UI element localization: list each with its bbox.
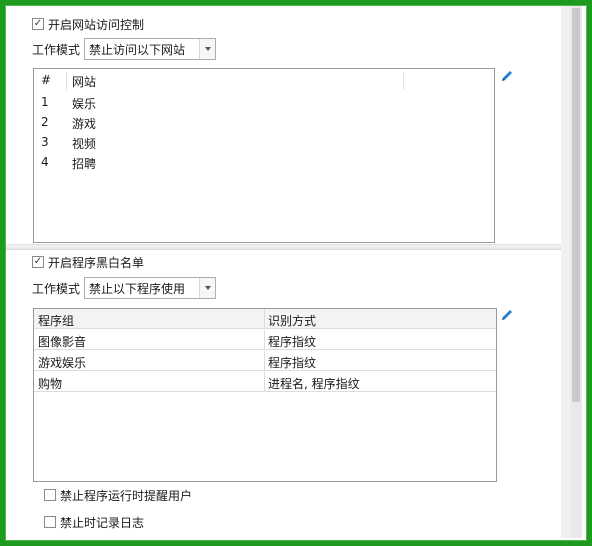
column-divider: [264, 372, 265, 392]
column-divider: [264, 309, 265, 329]
site-col-divider: [403, 72, 404, 90]
program-group-cell: 购物: [38, 377, 63, 391]
pencil-icon[interactable]: [500, 308, 514, 322]
record-log-option[interactable]: 禁止时记录日志: [44, 514, 144, 530]
site-control-enable[interactable]: ✓ 开启网站访问控制: [32, 16, 144, 32]
site-control-checkbox[interactable]: ✓: [32, 18, 44, 30]
record-log-checkbox[interactable]: [44, 516, 56, 528]
notify-user-label: 禁止程序运行时提醒用户: [60, 488, 193, 503]
program-mode-row: 工作模式 禁止以下程序使用: [32, 277, 217, 299]
program-list-checkbox[interactable]: ✓: [32, 256, 44, 268]
table-row[interactable]: 图像影音 程序指纹: [34, 330, 496, 350]
table-row[interactable]: 购物 进程名, 程序指纹: [34, 372, 496, 392]
site-control-enable-label: 开启网站访问控制: [48, 17, 145, 32]
list-item[interactable]: 1 娱乐: [34, 92, 494, 112]
program-group-cell: 图像影音: [38, 335, 87, 349]
recognition-method-cell: 程序指纹: [268, 335, 317, 349]
site-name: 招聘: [72, 157, 97, 171]
column-divider: [264, 330, 265, 350]
program-mode-select[interactable]: 禁止以下程序使用: [84, 277, 217, 299]
site-col-divider: [66, 72, 67, 90]
scrollbar-thumb[interactable]: [572, 8, 580, 402]
site-list-header: # 网站: [34, 69, 494, 91]
site-index: 3: [41, 135, 49, 149]
site-mode-select[interactable]: 禁止访问以下网站: [84, 38, 217, 60]
site-name: 游戏: [72, 117, 97, 131]
site-index: 2: [41, 115, 49, 129]
site-mode-value: 禁止访问以下网站: [89, 42, 186, 57]
site-index: 1: [41, 95, 49, 109]
program-list-enable[interactable]: ✓ 开启程序黑白名单: [32, 254, 144, 270]
program-mode-dropdown-button[interactable]: [199, 278, 216, 298]
table-header: 程序组 识别方式: [34, 309, 496, 329]
site-col-site[interactable]: 网站: [72, 73, 96, 90]
site-mode-row: 工作模式 禁止访问以下网站: [32, 38, 217, 60]
chevron-down-icon: [204, 47, 211, 51]
recognition-method-cell: 程序指纹: [268, 356, 317, 370]
site-name: 娱乐: [72, 97, 97, 111]
chevron-down-icon: [204, 286, 211, 290]
pencil-icon[interactable]: [500, 69, 514, 83]
table-row[interactable]: 游戏娱乐 程序指纹: [34, 351, 496, 371]
list-item[interactable]: 2 游戏: [34, 112, 494, 132]
program-mode-label: 工作模式: [32, 281, 81, 296]
scrollbar-gutter: [561, 6, 570, 538]
record-log-label: 禁止时记录日志: [60, 515, 145, 530]
list-item[interactable]: 3 视频: [34, 132, 494, 152]
site-control-panel: ✓ 开启网站访问控制 工作模式 禁止访问以下网站 # 网站 1 娱乐 2 游戏 …: [6, 6, 561, 245]
column-divider: [264, 351, 265, 371]
program-group-table[interactable]: 程序组 识别方式 图像影音 程序指纹 游戏娱乐 程序指纹 购物 进程名, 程序指…: [33, 308, 497, 482]
col-program-group[interactable]: 程序组: [38, 312, 74, 329]
notify-user-checkbox[interactable]: [44, 489, 56, 501]
site-index: 4: [41, 155, 49, 169]
site-col-index[interactable]: #: [41, 73, 51, 87]
col-recognition-method[interactable]: 识别方式: [268, 312, 316, 329]
notify-user-option[interactable]: 禁止程序运行时提醒用户: [44, 487, 192, 503]
site-name: 视频: [72, 137, 97, 151]
program-mode-value: 禁止以下程序使用: [89, 281, 186, 296]
program-blacklist-panel: ✓ 开启程序黑白名单 工作模式 禁止以下程序使用 程序组 识别方式 图像影音 程…: [6, 249, 561, 538]
program-list-enable-label: 开启程序黑白名单: [48, 255, 145, 270]
site-mode-dropdown-button[interactable]: [199, 39, 216, 59]
program-group-cell: 游戏娱乐: [38, 356, 87, 370]
site-mode-label: 工作模式: [32, 42, 81, 57]
list-item[interactable]: 4 招聘: [34, 152, 494, 172]
site-list[interactable]: # 网站 1 娱乐 2 游戏 3 视频 4 招聘: [33, 68, 495, 243]
recognition-method-cell: 进程名, 程序指纹: [268, 377, 360, 391]
